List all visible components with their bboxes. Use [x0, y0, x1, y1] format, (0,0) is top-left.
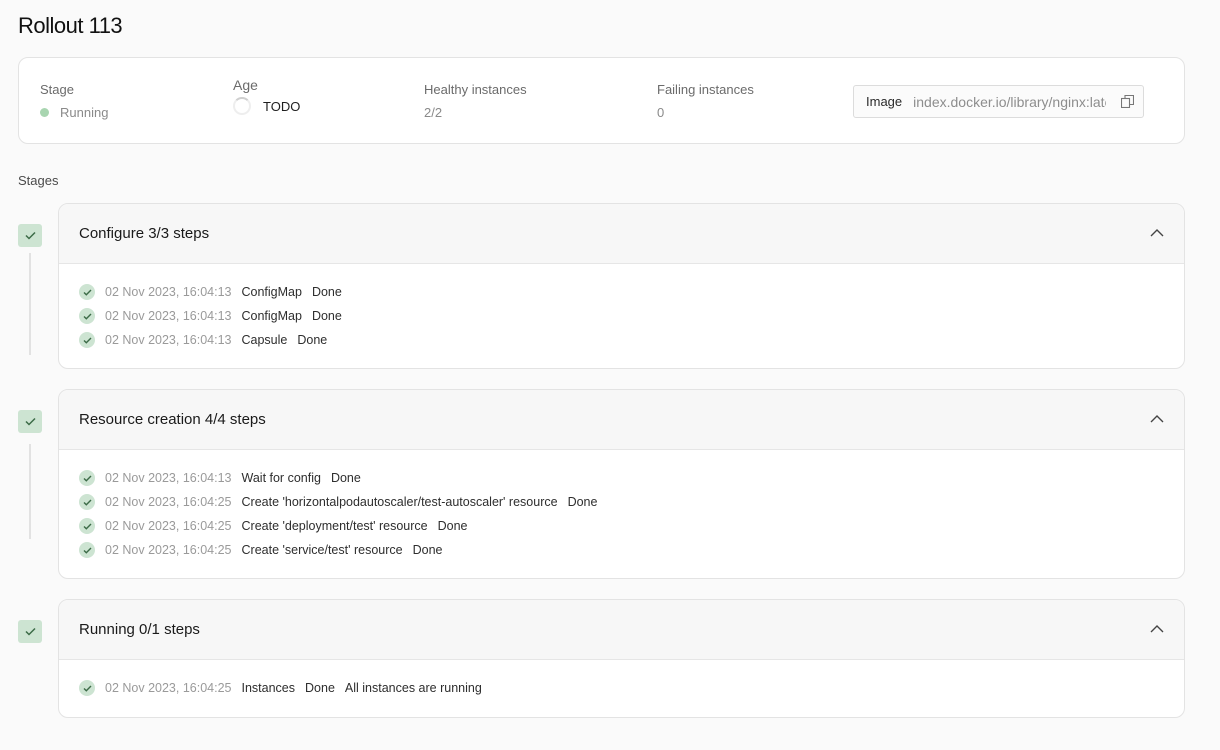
- step-done-check-icon: [79, 518, 95, 534]
- stage-label: Stage: [40, 82, 74, 97]
- step-row: 02 Nov 2023, 16:04:13 Wait for config Do…: [59, 466, 1184, 490]
- failing-instances-summary: Failing instances 0: [657, 82, 754, 120]
- image-field[interactable]: Image index.docker.io/library/nginx:late…: [853, 85, 1144, 118]
- chevron-up-icon[interactable]: [1150, 228, 1164, 238]
- running-status-dot-icon: [40, 108, 49, 117]
- step-done-check-icon: [79, 284, 95, 300]
- step-message: All instances are running: [344, 681, 482, 695]
- stage-complete-check-icon: [18, 410, 42, 433]
- chevron-up-icon[interactable]: [1150, 624, 1164, 634]
- stage-header[interactable]: Configure 3/3 steps: [59, 204, 1184, 264]
- step-row: 02 Nov 2023, 16:04:13 ConfigMap Done: [59, 304, 1184, 328]
- step-name: Wait for config: [241, 471, 321, 485]
- step-name: Instances: [241, 681, 296, 695]
- age-value-text: TODO: [263, 98, 301, 114]
- loading-spinner-icon: [233, 97, 251, 115]
- image-label: Image: [866, 94, 903, 109]
- step-status: Done: [437, 519, 468, 533]
- step-timestamp: 02 Nov 2023, 16:04:13: [105, 333, 232, 347]
- copy-icon[interactable]: [1121, 95, 1134, 108]
- rollout-summary-card: Stage Running Age TODO Healthy instances…: [18, 57, 1185, 144]
- healthy-instances-label: Healthy instances: [424, 82, 527, 97]
- step-timestamp: 02 Nov 2023, 16:04:25: [105, 495, 232, 509]
- step-row: 02 Nov 2023, 16:04:13 Capsule Done: [59, 328, 1184, 352]
- step-status: Done: [311, 309, 342, 323]
- step-status: Done: [305, 681, 335, 695]
- step-name: Create 'service/test' resource: [241, 543, 403, 557]
- step-name: Create 'horizontalpodautoscaler/test-aut…: [241, 495, 558, 509]
- age-value: TODO: [233, 97, 300, 115]
- step-status: Done: [330, 471, 361, 485]
- step-timestamp: 02 Nov 2023, 16:04:25: [105, 681, 232, 695]
- step-done-check-icon: [79, 470, 95, 486]
- step-row: 02 Nov 2023, 16:04:13 ConfigMap Done: [59, 280, 1184, 304]
- stage-header[interactable]: Running 0/1 steps: [59, 600, 1184, 660]
- chevron-up-icon[interactable]: [1150, 414, 1164, 424]
- step-row: 02 Nov 2023, 16:04:25 Create 'deployment…: [59, 514, 1184, 538]
- step-row: 02 Nov 2023, 16:04:25 Create 'service/te…: [59, 538, 1184, 562]
- stage-summary: Stage Running: [40, 82, 108, 120]
- stage-header[interactable]: Resource creation 4/4 steps: [59, 390, 1184, 450]
- stage-timeline-connector: [29, 444, 31, 539]
- step-status: Done: [297, 333, 328, 347]
- stage-title: Resource creation 4/4 steps: [79, 411, 266, 428]
- step-done-check-icon: [79, 332, 95, 348]
- stage-value-text: Running: [60, 105, 109, 120]
- age-summary: Age TODO: [233, 77, 300, 115]
- step-timestamp: 02 Nov 2023, 16:04:13: [105, 309, 232, 323]
- healthy-instances-value: 2/2: [424, 105, 443, 120]
- step-timestamp: 02 Nov 2023, 16:04:13: [105, 285, 232, 299]
- step-status: Done: [412, 543, 443, 557]
- step-row: 02 Nov 2023, 16:04:25 Create 'horizontal…: [59, 490, 1184, 514]
- step-status: Done: [567, 495, 598, 509]
- image-value[interactable]: index.docker.io/library/nginx:latest: [913, 94, 1106, 110]
- step-done-check-icon: [79, 542, 95, 558]
- stage-complete-check-icon: [18, 620, 42, 643]
- step-done-check-icon: [79, 494, 95, 510]
- stage-card-configure: Configure 3/3 steps 02 Nov 2023, 16:04:1…: [58, 203, 1185, 369]
- stage-card-resource-creation: Resource creation 4/4 steps 02 Nov 2023,…: [58, 389, 1185, 579]
- failing-instances-label: Failing instances: [657, 82, 754, 97]
- stages-heading: Stages: [18, 173, 59, 188]
- healthy-instances-summary: Healthy instances 2/2: [424, 82, 527, 120]
- page-title: Rollout 113: [18, 13, 123, 38]
- step-name: Capsule: [241, 333, 288, 347]
- step-name: ConfigMap: [241, 309, 302, 323]
- step-row: 02 Nov 2023, 16:04:25 Instances Done All…: [59, 676, 1184, 700]
- step-timestamp: 02 Nov 2023, 16:04:25: [105, 543, 232, 557]
- stage-title: Running 0/1 steps: [79, 621, 200, 638]
- step-done-check-icon: [79, 680, 95, 696]
- age-label: Age: [233, 77, 258, 93]
- step-name: Create 'deployment/test' resource: [241, 519, 428, 533]
- step-timestamp: 02 Nov 2023, 16:04:25: [105, 519, 232, 533]
- stage-timeline-connector: [29, 253, 31, 355]
- step-status: Done: [311, 285, 342, 299]
- step-timestamp: 02 Nov 2023, 16:04:13: [105, 471, 232, 485]
- stage-card-running: Running 0/1 steps 02 Nov 2023, 16:04:25 …: [58, 599, 1185, 718]
- step-done-check-icon: [79, 308, 95, 324]
- stage-value: Running: [40, 105, 108, 120]
- stage-title: Configure 3/3 steps: [79, 225, 210, 242]
- failing-instances-value: 0: [657, 105, 665, 120]
- step-name: ConfigMap: [241, 285, 302, 299]
- stage-complete-check-icon: [18, 224, 42, 247]
